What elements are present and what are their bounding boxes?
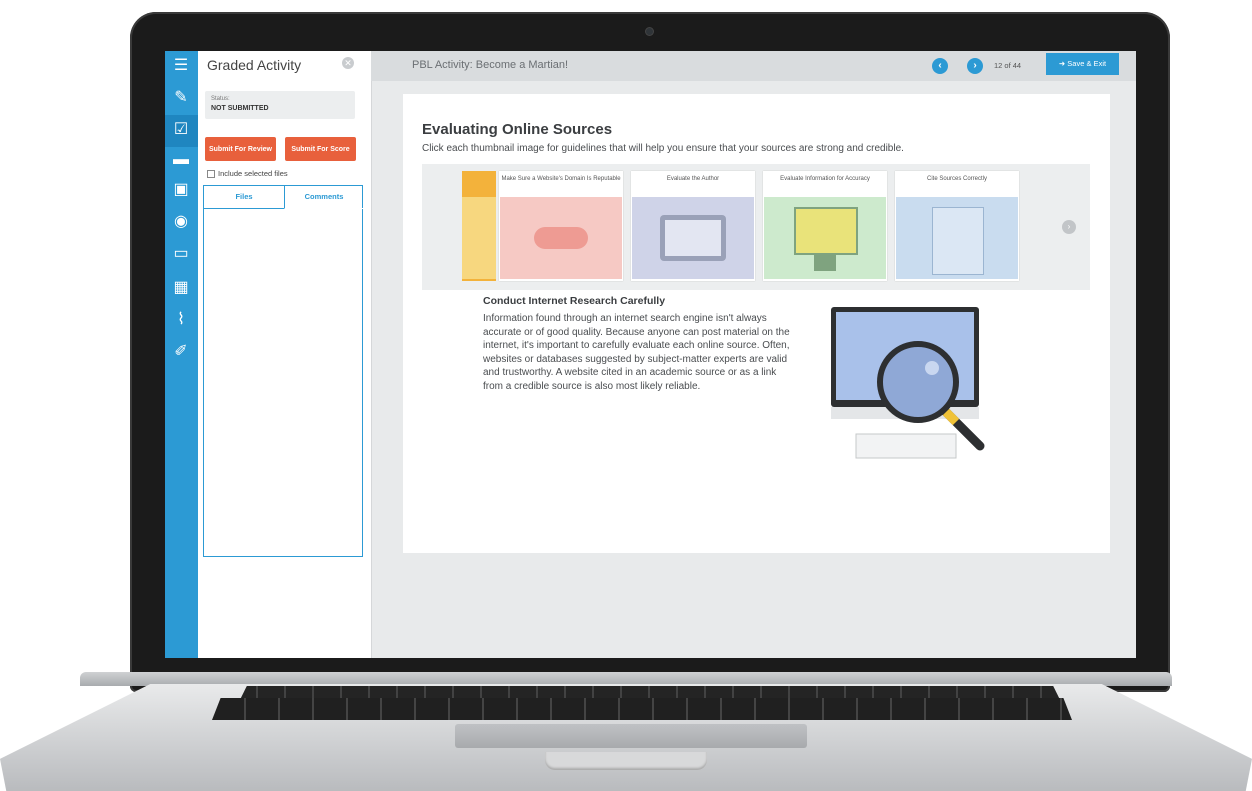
laptop-hinge	[80, 672, 1172, 686]
thumbnail-accuracy[interactable]: Evaluate Information for Accuracy	[763, 171, 887, 281]
submit-for-score-button[interactable]: Submit For Score	[285, 137, 356, 161]
calculator-icon[interactable]: ▦	[171, 279, 191, 297]
list-icon[interactable]: ☰	[171, 57, 191, 75]
app-screen: ☰ ✎ ☑ ▬ ▣ ◉ ▭ ▦ ⌇ ✐ Graded Activity ✕ St…	[165, 51, 1136, 658]
tab-comments[interactable]: Comments	[284, 186, 363, 209]
thumbnail-cite[interactable]: Cite Sources Correctly	[895, 171, 1019, 281]
help-icon[interactable]: ▭	[171, 245, 191, 263]
thumbnail-label: Cite Sources Correctly	[926, 176, 988, 182]
submit-for-review-button[interactable]: Submit For Review	[205, 137, 276, 161]
laptop-base	[0, 672, 1252, 791]
activity-title: PBL Activity: Become a Martian!	[412, 59, 569, 71]
folder-icon[interactable]: ▬	[171, 151, 191, 169]
tablet-profile-image	[632, 197, 754, 279]
writing-paper-image	[896, 197, 1018, 279]
include-files-checkbox[interactable]	[207, 169, 215, 178]
status-label: Status:	[211, 96, 230, 102]
laptop-keyboard-row	[212, 698, 1072, 720]
thumbnail-author[interactable]: Evaluate the Author	[631, 171, 755, 281]
page-subtitle: Click each thumbnail image for guideline…	[422, 143, 904, 154]
exit-icon: ➜	[1058, 59, 1066, 68]
tool-rail: ☰ ✎ ☑ ▬ ▣ ◉ ▭ ▦ ⌇ ✐	[165, 51, 198, 658]
include-files-row: Include selected files	[207, 169, 288, 178]
keyboard-illustration	[855, 433, 957, 459]
laptop-trackpad	[455, 724, 807, 748]
close-icon[interactable]: ✕	[342, 57, 354, 69]
handshake-icon	[534, 227, 588, 249]
monitor-magnifier-illustration	[831, 307, 985, 459]
content-card: Evaluating Online Sources Click each thu…	[403, 94, 1110, 553]
carousel-next-icon[interactable]: ›	[1062, 220, 1076, 234]
thumbnail-label: Evaluate Information for Accuracy	[780, 176, 870, 182]
tablet-screen	[665, 220, 721, 256]
magnifier-glint	[925, 361, 939, 375]
status-box: Status: NOT SUBMITTED	[205, 91, 355, 119]
thumbnail-partial-image	[462, 197, 496, 279]
handshake-image	[500, 197, 622, 279]
thumbnail-partial[interactable]	[462, 171, 496, 281]
tab-divider	[204, 208, 284, 209]
graded-activity-icon[interactable]: ☑	[171, 121, 191, 139]
save-and-exit-label: Save & Exit	[1067, 59, 1107, 68]
activity-header: PBL Activity: Become a Martian! ‹ › 12 o…	[371, 51, 1136, 81]
panel-title: Graded Activity	[207, 57, 302, 73]
thumbnail-domain[interactable]: Make Sure a Website's Domain Is Reputabl…	[499, 171, 623, 281]
graded-activity-panel: Graded Activity ✕ Status: NOT SUBMITTED …	[198, 51, 372, 658]
article-title: Conduct Internet Research Carefully	[483, 295, 666, 307]
previous-page-button[interactable]: ‹	[932, 58, 948, 74]
save-and-exit-button[interactable]: ➜ Save & Exit	[1046, 53, 1119, 75]
files-comments-tabs: Files Comments	[203, 185, 363, 557]
checklist-monitor-image	[764, 197, 886, 279]
next-page-button[interactable]: ›	[967, 58, 983, 74]
tab-files[interactable]: Files	[204, 186, 284, 208]
thumbnail-carousel: Make Sure a Website's Domain Is Reputabl…	[422, 164, 1090, 290]
highlighter-icon[interactable]: ✐	[171, 343, 191, 361]
thumbnail-label: Make Sure a Website's Domain Is Reputabl…	[501, 176, 621, 182]
camera-icon	[646, 28, 653, 35]
page-count: 12 of 44	[994, 61, 1022, 70]
audio-icon[interactable]: ◉	[171, 213, 191, 231]
glossary-icon[interactable]: ▣	[171, 181, 191, 199]
tablet-icon	[660, 215, 726, 261]
article-body: Information found through an internet se…	[483, 313, 790, 392]
edit-icon[interactable]: ✎	[171, 89, 191, 107]
monitor-stand	[814, 255, 836, 271]
checklist-icon	[794, 207, 858, 255]
thumbnail-label: Evaluate the Author	[666, 176, 720, 182]
include-files-label: Include selected files	[218, 169, 288, 178]
laptop-notch	[545, 752, 707, 770]
status-value: NOT SUBMITTED	[211, 105, 269, 112]
page-title: Evaluating Online Sources	[422, 121, 613, 138]
chart-icon[interactable]: ⌇	[171, 311, 191, 329]
paper-icon	[932, 207, 984, 275]
